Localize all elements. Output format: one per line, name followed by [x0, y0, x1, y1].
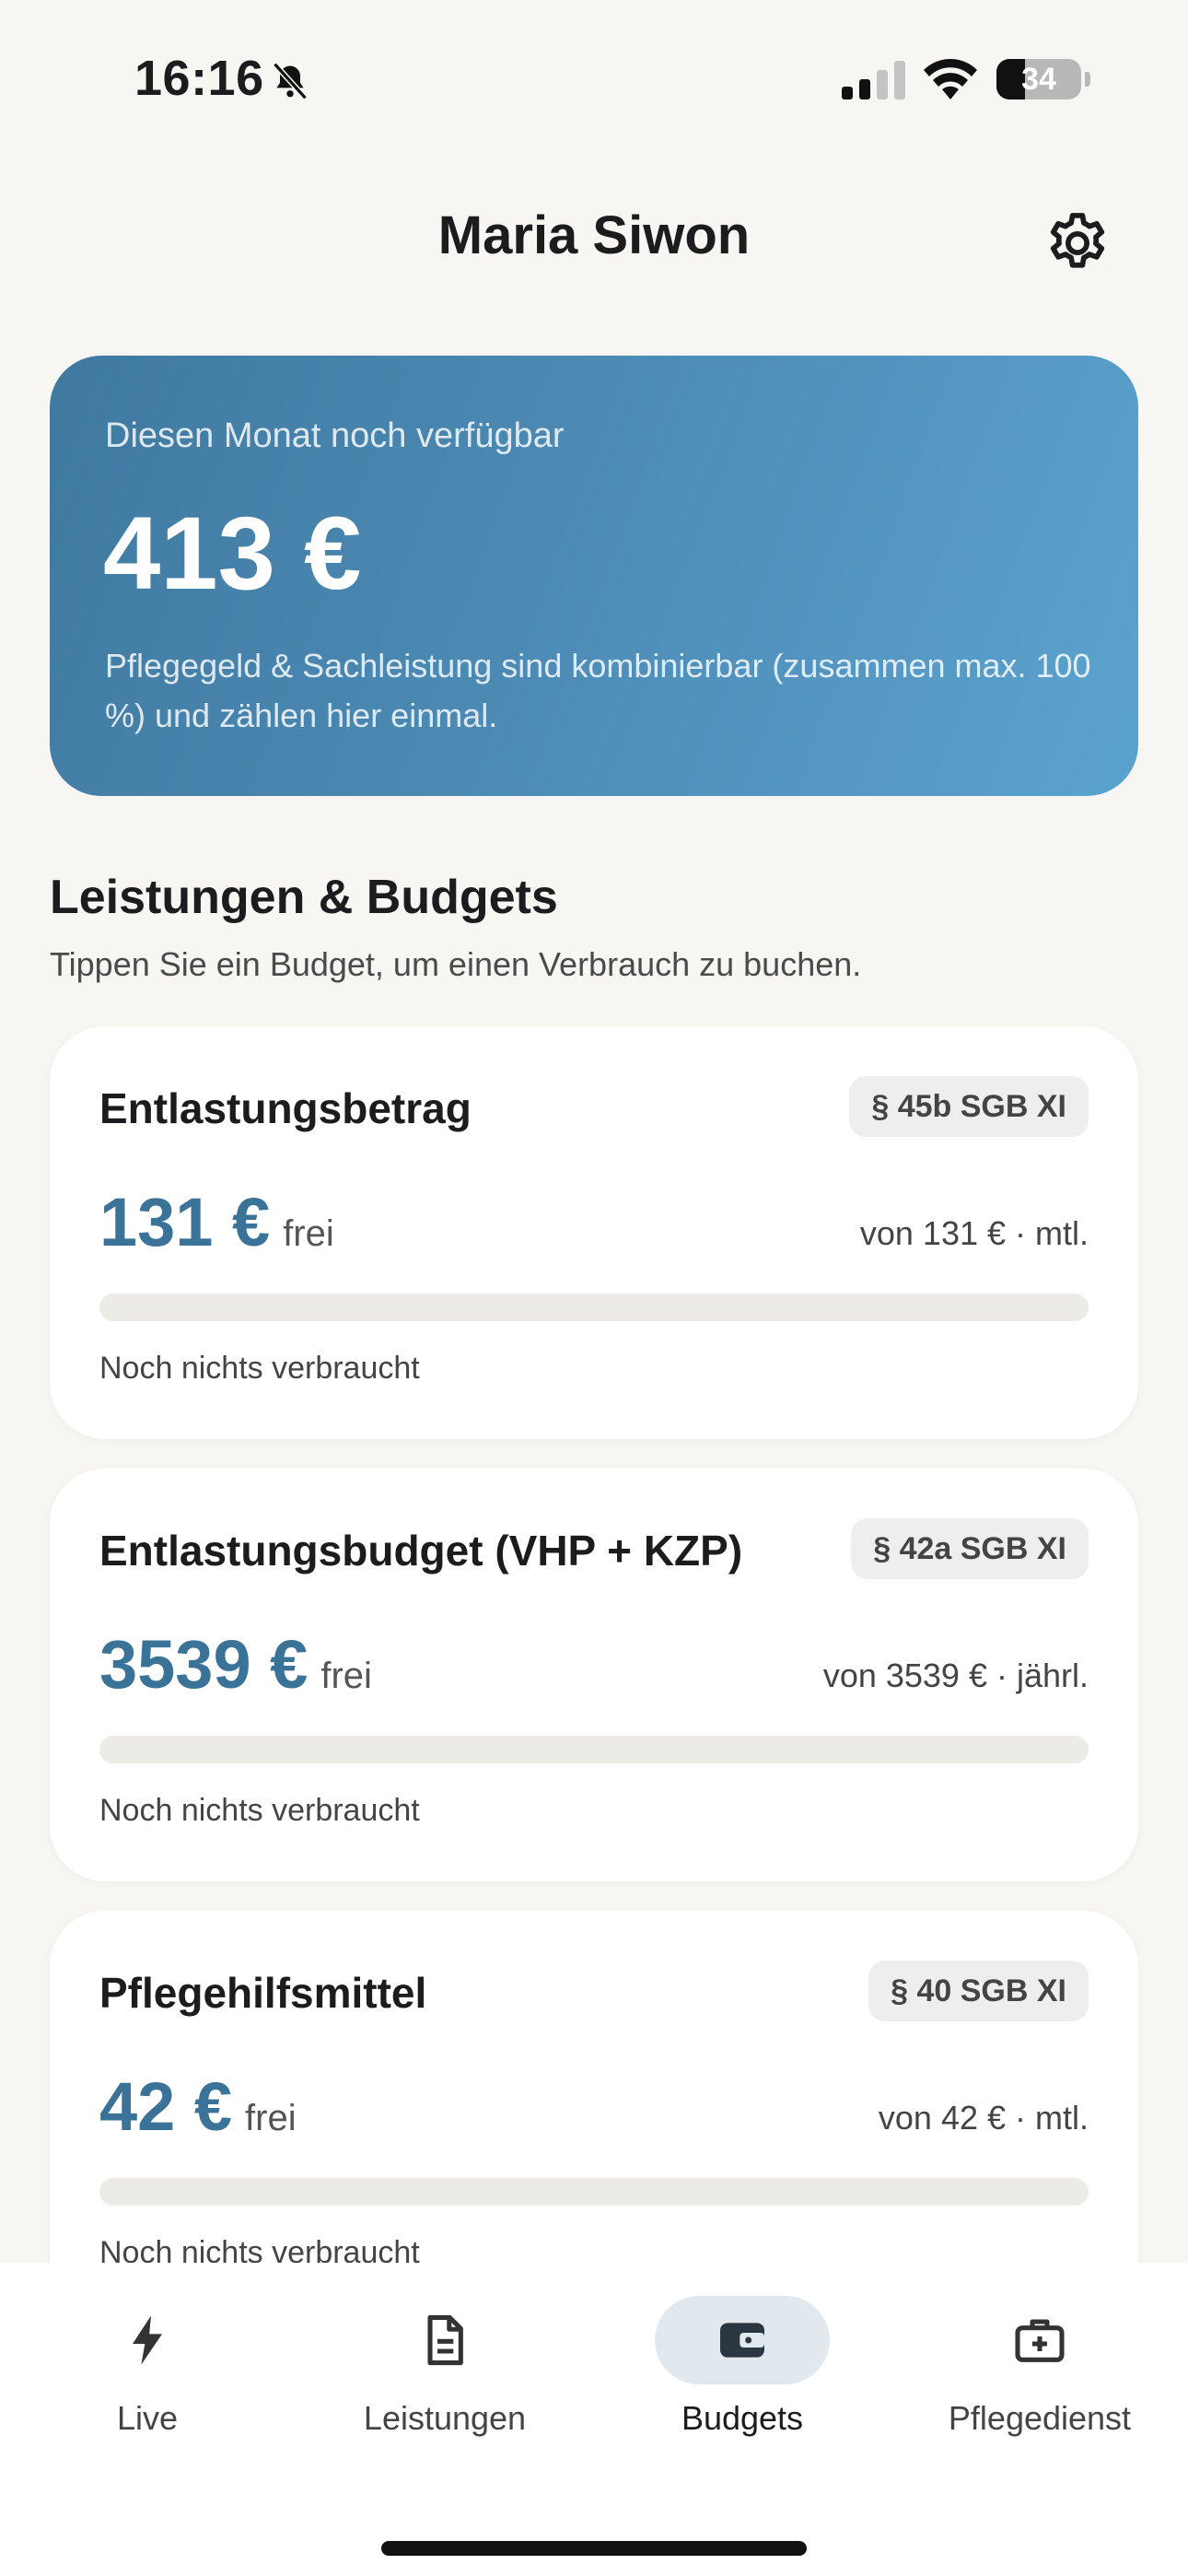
tab-label: Live [116, 2399, 179, 2437]
tab-icon-container-active [655, 2296, 830, 2384]
tab-live[interactable]: Live [9, 2296, 285, 2443]
budget-free-amount: 42 € [99, 2068, 233, 2145]
home-indicator[interactable] [381, 2541, 807, 2556]
battery-percent: 34 [1021, 62, 1056, 97]
budget-free-amount: 3539 € [99, 1626, 309, 1703]
document-icon [427, 2314, 463, 2366]
tab-leistungen[interactable]: Leistungen [307, 2296, 583, 2443]
bell-muted-icon [273, 62, 308, 100]
section-title: Leistungen & Budgets [50, 871, 558, 924]
bolt-icon [133, 2315, 162, 2365]
budget-status: Noch nichts verbraucht [99, 1793, 420, 1828]
tab-label: Leistungen [363, 2399, 527, 2437]
legal-badge: § 40 SGB XI [868, 1961, 1089, 2021]
medical-kit-icon [1015, 2319, 1065, 2362]
budget-name: Pflegehilfsmittel [99, 1969, 427, 2017]
tab-icon-container [952, 2296, 1127, 2384]
tab-label: Pflegedienst [948, 2399, 1132, 2437]
budget-progress-bar [99, 1736, 1089, 1763]
budget-name: Entlastungsbudget (VHP + KZP) [99, 1527, 743, 1575]
gear-icon[interactable] [1042, 208, 1112, 278]
budget-total: von 3539 € · jährl. [822, 1657, 1089, 1694]
tab-pflegedienst[interactable]: Pflegedienst [902, 2296, 1178, 2443]
cellular-signal-icon [842, 61, 905, 100]
available-note: Pflegegeld & Sachleistung sind kombinier… [105, 647, 1091, 734]
legal-badge: § 45b SGB XI [849, 1076, 1089, 1137]
budget-progress-bar [99, 1294, 1089, 1321]
budget-card-entlastungsbetrag[interactable]: Entlastungsbetrag § 45b SGB XI 131 € frei… [50, 1026, 1138, 1439]
budget-free-label: frei [245, 2098, 297, 2138]
available-budget-card: Diesen Monat noch verfügbar 413 € Pflege… [50, 356, 1138, 796]
tab-icon-container [357, 2296, 532, 2384]
budget-amount-row: 3539 € frei [99, 1625, 372, 1704]
status-time: 16:16 [134, 51, 264, 106]
budget-free-label: frei [320, 1656, 372, 1696]
budget-amount-row: 131 € frei [99, 1183, 334, 1261]
budget-status: Noch nichts verbraucht [99, 1351, 420, 1386]
tab-label: Budgets [681, 2399, 804, 2437]
tab-icon-container [60, 2296, 235, 2384]
budget-progress-bar [99, 2178, 1089, 2206]
legal-badge: § 42a SGB XI [851, 1518, 1089, 1579]
budget-card-entlastungsbudget[interactable]: Entlastungsbudget (VHP + KZP) § 42a SGB … [50, 1469, 1138, 1881]
battery-indicator: 34 [996, 59, 1081, 100]
available-amount: 413 € [103, 496, 362, 611]
budget-free-amount: 131 € [99, 1184, 271, 1260]
budget-free-label: frei [283, 1213, 334, 1254]
available-label: Diesen Monat noch verfügbar [105, 416, 565, 455]
budget-total: von 131 € · mtl. [859, 1214, 1089, 1252]
page-title: Maria Siwon [437, 205, 751, 265]
budget-name: Entlastungsbetrag [99, 1084, 472, 1132]
budget-amount-row: 42 € frei [99, 2067, 297, 2146]
budget-total: von 42 € · mtl. [878, 2099, 1089, 2137]
battery-cap [1085, 72, 1090, 87]
status-bar: 16:16 34 [0, 0, 1188, 157]
wallet-icon [720, 2323, 764, 2358]
budget-card-pflegehilfsmittel[interactable]: Pflegehilfsmittel § 40 SGB XI 42 € frei v… [50, 1911, 1138, 2324]
tab-bar: Live Leistungen Budgets Pflegedienst [0, 2263, 1188, 2576]
section-subtitle: Tippen Sie ein Budget, um einen Verbrauc… [50, 945, 862, 983]
wifi-icon [924, 59, 977, 100]
tab-budgets[interactable]: Budgets [604, 2296, 880, 2443]
